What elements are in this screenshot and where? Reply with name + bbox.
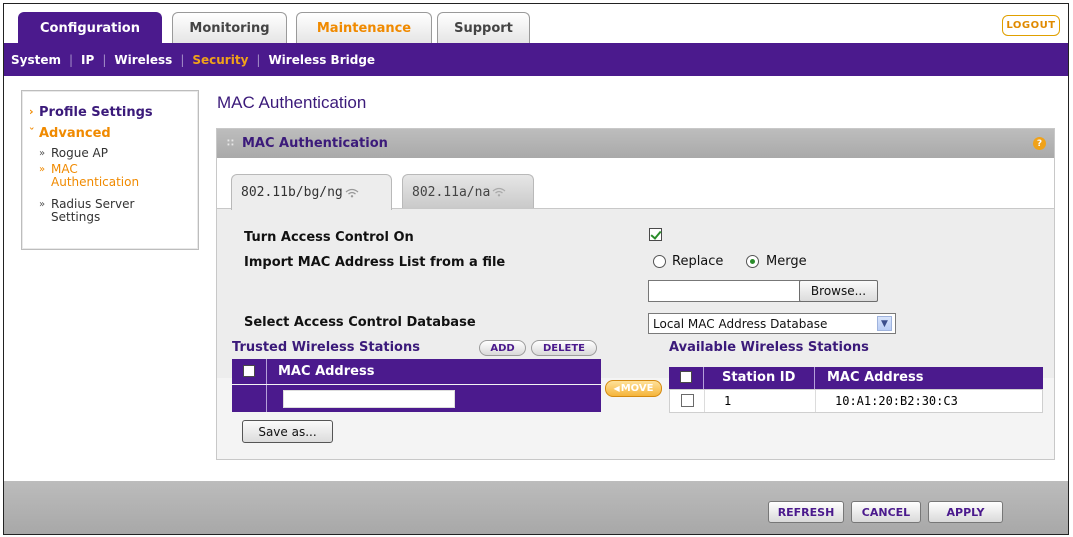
trusted-select-all-checkbox[interactable] <box>243 365 255 377</box>
sidebar-item-rogue-ap[interactable]: Rogue AP <box>51 147 108 160</box>
chevron-down-icon: ˇ <box>29 126 35 139</box>
sidebar: › Profile Settings ˇ Advanced » Rogue AP… <box>21 90 199 250</box>
replace-radio[interactable] <box>653 255 666 268</box>
page-title: MAC Authentication <box>217 93 367 112</box>
trusted-new-row <box>232 385 601 412</box>
tab-monitoring[interactable]: Monitoring <box>172 12 287 44</box>
subnav-divider: | <box>180 52 185 67</box>
bullet-icon: » <box>39 148 46 159</box>
grip-icon: ∷ <box>227 138 234 149</box>
subnav-wireless[interactable]: Wireless <box>114 53 172 67</box>
column-divider <box>266 359 267 384</box>
sidebar-advanced[interactable]: Advanced <box>39 126 111 141</box>
available-select-all-checkbox[interactable] <box>680 371 692 383</box>
trusted-stations-title: Trusted Wireless Stations <box>232 340 420 355</box>
save-as-button[interactable]: Save as... <box>242 420 333 443</box>
arrow-left-icon: ◀ <box>613 384 620 393</box>
bullet-icon: » <box>39 199 46 210</box>
logout-button[interactable]: LOGOUT <box>1002 15 1060 36</box>
table-row: 1 10:A1:20:B2:30:C3 <box>669 389 1043 413</box>
column-divider <box>814 367 815 389</box>
database-select-value: Local MAC Address Database <box>653 316 828 331</box>
column-divider <box>703 367 704 389</box>
database-select[interactable]: Local MAC Address Database ▼ <box>648 313 896 334</box>
tab-802-11a-na[interactable]: 802.11a/na <box>402 174 534 209</box>
trusted-table-header: MAC Address <box>232 359 601 384</box>
subnav-divider: | <box>256 52 261 67</box>
tab-maintenance[interactable]: Maintenance <box>296 12 432 44</box>
chevron-down-icon: ▼ <box>877 316 892 331</box>
move-button[interactable]: ◀ MOVE <box>605 380 662 397</box>
wifi-icon <box>492 187 506 197</box>
tab-support[interactable]: Support <box>437 12 530 44</box>
sidebar-profile-settings[interactable]: Profile Settings <box>39 105 153 120</box>
cancel-button[interactable]: CANCEL <box>851 501 921 523</box>
merge-radio[interactable] <box>746 255 759 268</box>
subnav-system[interactable]: System <box>11 53 61 67</box>
bullet-icon: » <box>39 164 46 175</box>
add-button[interactable]: ADD <box>479 340 526 356</box>
trusted-mac-header: MAC Address <box>278 364 375 379</box>
mac-auth-panel: ∷ MAC Authentication ? 802.11b/bg/ng 802… <box>216 128 1055 460</box>
column-divider <box>815 390 816 412</box>
available-stations-title: Available Wireless Stations <box>669 340 869 355</box>
column-divider <box>266 385 267 412</box>
subnav-ip[interactable]: IP <box>81 53 94 67</box>
available-mac-header: MAC Address <box>827 370 924 385</box>
column-divider <box>704 390 705 412</box>
subnav-wireless-bridge[interactable]: Wireless Bridge <box>268 53 375 67</box>
tab-label: 802.11a/na <box>412 184 491 200</box>
subnav-divider: | <box>102 52 107 67</box>
new-mac-input[interactable] <box>283 390 455 408</box>
station-id-header: Station ID <box>722 370 796 385</box>
access-control-label: Turn Access Control On <box>244 230 414 245</box>
mac-address-cell: 10:A1:20:B2:30:C3 <box>835 394 958 408</box>
sub-navigation: System | IP | Wireless | Security | Wire… <box>4 43 1068 76</box>
station-id-cell: 1 <box>724 394 732 408</box>
merge-label: Merge <box>766 254 807 269</box>
database-label: Select Access Control Database <box>244 315 476 330</box>
sidebar-item-radius-server-settings[interactable]: Radius Server Settings <box>51 198 161 224</box>
help-icon[interactable]: ? <box>1033 137 1046 150</box>
router-admin-window: Configuration Monitoring Maintenance Sup… <box>3 3 1069 535</box>
panel-header: ∷ MAC Authentication <box>217 129 1054 158</box>
subnav-security[interactable]: Security <box>192 53 248 67</box>
browse-button[interactable]: Browse... <box>799 280 878 302</box>
chevron-right-icon: › <box>29 105 34 118</box>
import-label: Import MAC Address List from a file <box>244 255 506 270</box>
access-control-checkbox[interactable] <box>649 228 662 241</box>
sidebar-item-mac-authentication[interactable]: MAC Authentication <box>51 163 161 189</box>
available-table-header: Station ID MAC Address <box>669 367 1043 389</box>
delete-button[interactable]: DELETE <box>531 340 597 356</box>
move-label: MOVE <box>620 383 654 394</box>
replace-label: Replace <box>672 254 724 269</box>
tab-label: 802.11b/bg/ng <box>241 185 343 200</box>
panel-title: MAC Authentication <box>241 136 388 151</box>
footer-bar: REFRESH CANCEL APPLY <box>4 481 1068 534</box>
subnav-divider: | <box>69 52 74 67</box>
tab-802-11b-bg-ng[interactable]: 802.11b/bg/ng <box>231 174 392 210</box>
wifi-icon <box>345 188 359 197</box>
file-path-input[interactable] <box>648 280 802 302</box>
top-tab-bar: Configuration Monitoring Maintenance Sup… <box>4 4 1068 44</box>
row-checkbox[interactable] <box>681 394 694 407</box>
refresh-button[interactable]: REFRESH <box>768 501 844 523</box>
tab-configuration[interactable]: Configuration <box>18 12 162 44</box>
apply-button[interactable]: APPLY <box>928 501 1003 523</box>
